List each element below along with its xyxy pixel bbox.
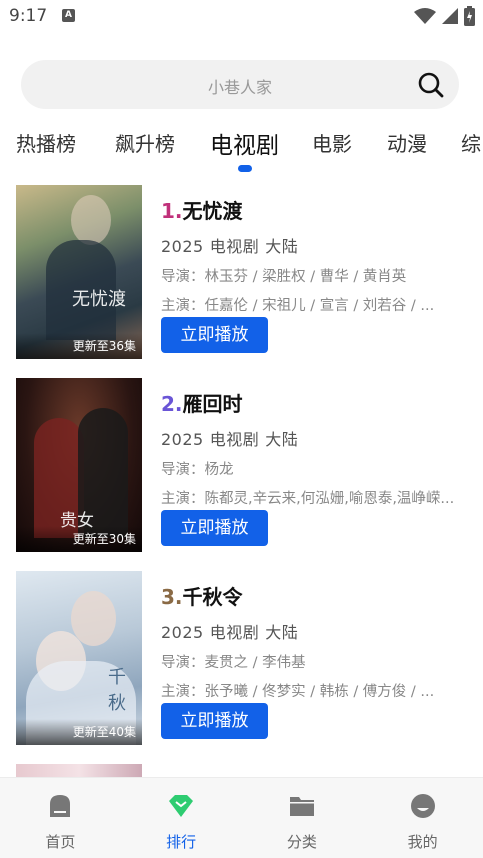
episode-badge: 更新至30集 (16, 526, 142, 552)
item-title: 2.雁回时 (161, 388, 466, 416)
poster-image[interactable]: 无忧渡 更新至36集 (16, 185, 142, 359)
play-now-button[interactable]: 立即播放 (161, 510, 268, 546)
status-time: 9:17 (9, 6, 48, 26)
director-line: 导演：林玉芬 / 梁胜权 / 曹华 / 黄肖英 (161, 269, 407, 285)
tab-tv-series[interactable]: 电视剧 (210, 126, 279, 160)
home-icon (50, 795, 71, 817)
episode-badge: 更新至40集 (16, 719, 142, 745)
signal-icon (442, 8, 458, 24)
cast-line: 主演：陈都灵,辛云来,何泓姗,喻恩泰,温峥嵘... (161, 491, 455, 507)
item-title: 3.千秋令 (161, 581, 466, 609)
tab-variety[interactable]: 综 (461, 128, 481, 157)
nav-ranking[interactable]: 排行 (121, 778, 242, 858)
item-meta: 2025 电视剧 大陆 (161, 623, 299, 642)
tab-rising[interactable]: 飙升榜 (115, 128, 175, 157)
bottom-nav: 首页 排行 分类 我的 (0, 777, 483, 858)
list-item[interactable]: 无忧渡 更新至36集 1.无忧渡 2025 电视剧 大陆 导演：林玉芬 / 梁胜权 … (16, 185, 466, 360)
active-tab-indicator (238, 165, 252, 172)
battery-icon (464, 6, 475, 26)
nav-ranking-label: 排行 (166, 833, 197, 851)
cast-line: 主演：任嘉伦 / 宋祖儿 / 宣言 / 刘若谷 / ... (161, 298, 435, 314)
search-icon[interactable] (417, 71, 445, 99)
nav-profile-label: 我的 (407, 833, 438, 851)
tab-hot[interactable]: 热播榜 (16, 128, 76, 157)
profile-icon (410, 794, 435, 818)
poster-title-text: 千秋 (108, 667, 126, 714)
play-now-button[interactable]: 立即播放 (161, 317, 268, 353)
item-meta: 2025 电视剧 大陆 (161, 237, 299, 256)
wifi-icon (414, 8, 436, 24)
episode-badge: 更新至36集 (16, 333, 142, 359)
list-item[interactable]: 贵女 更新至30集 2.雁回时 2025 电视剧 大陆 导演：杨龙 主演：陈都灵,辛… (16, 378, 466, 553)
item-meta: 2025 电视剧 大陆 (161, 430, 299, 449)
nav-profile[interactable]: 我的 (362, 778, 483, 858)
list-item[interactable]: 千秋 更新至40集 3.千秋令 2025 电视剧 大陆 导演：麦贯之 / 李伟基 主… (16, 571, 466, 746)
status-bar: 9:17 A (0, 0, 483, 34)
search-bar[interactable]: 小巷人家 (21, 60, 459, 109)
ranking-diamond-icon (169, 795, 194, 817)
nav-category[interactable]: 分类 (242, 778, 363, 858)
folder-icon (289, 797, 314, 816)
show-name: 千秋令 (182, 585, 243, 609)
nav-home-label: 首页 (45, 833, 76, 851)
play-now-button[interactable]: 立即播放 (161, 703, 268, 739)
poster-image[interactable]: 贵女 更新至30集 (16, 378, 142, 552)
rank-number: 2. (161, 392, 183, 416)
poster-title-text: 无忧渡 (72, 289, 126, 310)
tab-movie[interactable]: 电影 (312, 128, 352, 157)
nav-category-label: 分类 (286, 833, 317, 851)
rank-number: 1. (161, 199, 183, 223)
cast-line: 主演：张予曦 / 佟梦实 / 韩栋 / 傅方俊 / ... (161, 684, 435, 700)
nav-home[interactable]: 首页 (0, 778, 121, 858)
director-line: 导演：麦贯之 / 李伟基 (161, 655, 306, 671)
rank-number: 3. (161, 585, 183, 609)
search-input[interactable]: 小巷人家 (21, 74, 459, 98)
show-name: 雁回时 (182, 392, 243, 416)
tab-anime[interactable]: 动漫 (387, 128, 427, 157)
item-title: 1.无忧渡 (161, 195, 466, 223)
director-line: 导演：杨龙 (161, 462, 234, 478)
poster-image[interactable]: 千秋 更新至40集 (16, 571, 142, 745)
show-name: 无忧渡 (182, 199, 243, 223)
notification-icon: A (62, 9, 75, 22)
